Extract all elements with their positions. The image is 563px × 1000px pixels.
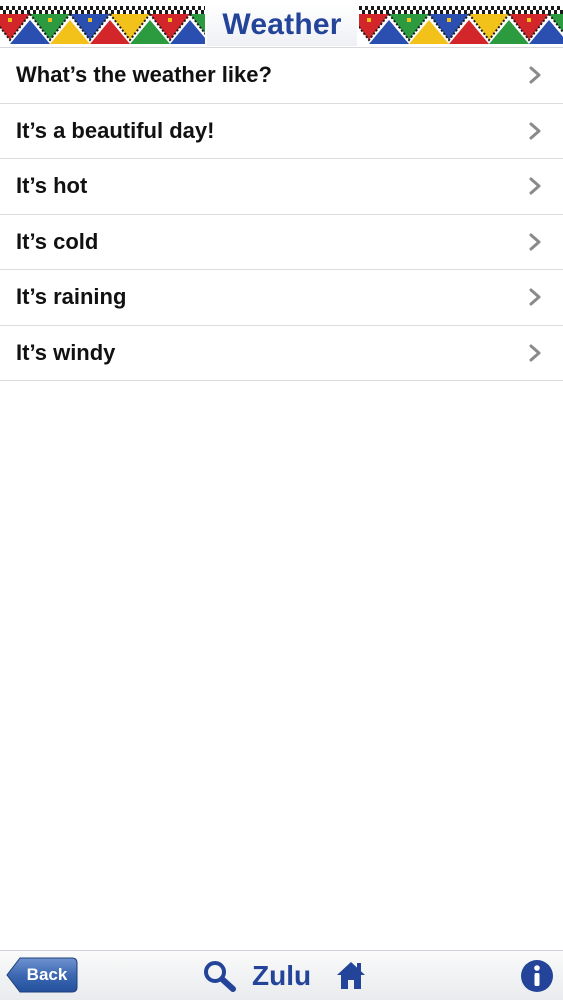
- chevron-right-icon: [529, 288, 541, 306]
- home-icon[interactable]: [334, 958, 368, 992]
- list-item[interactable]: What’s the weather like?: [0, 48, 563, 104]
- back-button-label: Back: [26, 965, 68, 984]
- language-label[interactable]: Zulu: [252, 959, 311, 993]
- chevron-right-icon: [529, 122, 541, 140]
- bottom-toolbar: Back Zulu: [0, 950, 563, 1000]
- list-item-label: It’s a beautiful day!: [16, 117, 215, 143]
- info-icon[interactable]: [519, 958, 555, 994]
- chevron-right-icon: [529, 66, 541, 84]
- list-item[interactable]: It’s cold: [0, 214, 563, 270]
- back-button[interactable]: Back: [6, 957, 78, 993]
- list-item-label: It’s raining: [16, 284, 127, 310]
- beadwork-decoration-left: [0, 6, 205, 44]
- title-container: Weather: [207, 4, 357, 46]
- header-bar: Weather: [0, 0, 563, 48]
- weather-screen: Weather What’s the weather like? It’s a …: [0, 0, 563, 1000]
- list-item-label: It’s hot: [16, 173, 88, 199]
- phrase-list: What’s the weather like? It’s a beautifu…: [0, 48, 563, 381]
- list-item[interactable]: It’s a beautiful day!: [0, 103, 563, 159]
- beadwork-decoration-right: [359, 6, 563, 44]
- chevron-right-icon: [529, 344, 541, 362]
- search-icon[interactable]: [201, 959, 237, 993]
- list-item[interactable]: It’s windy: [0, 325, 563, 381]
- page-title: Weather: [222, 8, 342, 41]
- list-item-label: It’s windy: [16, 339, 116, 365]
- list-item[interactable]: It’s raining: [0, 270, 563, 326]
- list-item-label: What’s the weather like?: [16, 62, 272, 88]
- chevron-right-icon: [529, 177, 541, 195]
- list-item[interactable]: It’s hot: [0, 159, 563, 215]
- list-item-label: It’s cold: [16, 228, 99, 254]
- chevron-right-icon: [529, 233, 541, 251]
